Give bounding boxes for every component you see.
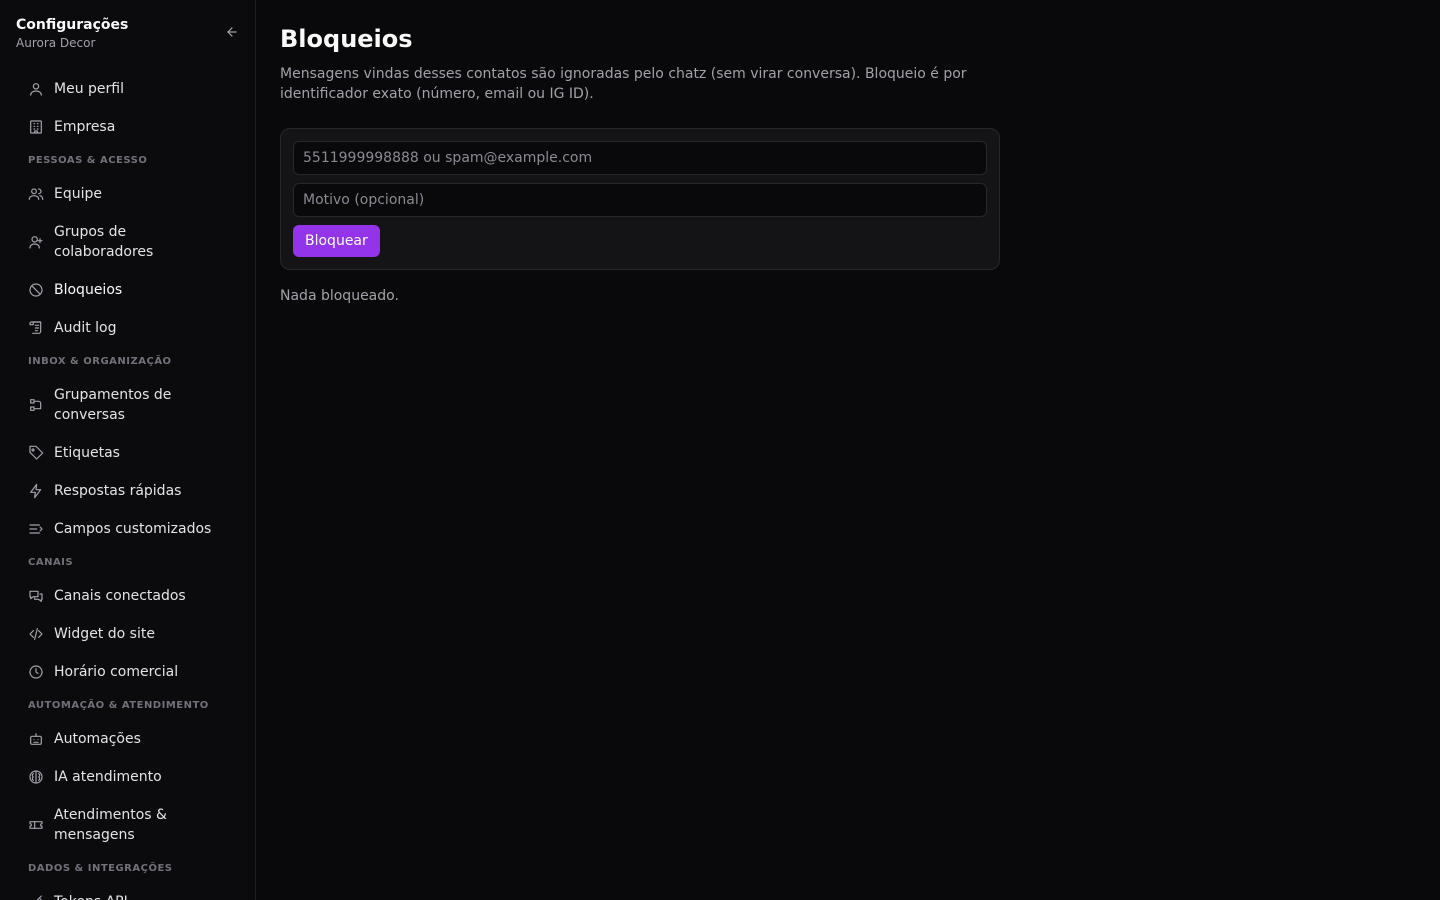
sidebar-item-label: Campos customizados bbox=[54, 521, 212, 537]
sidebar-item-label: Tokens API bbox=[54, 892, 128, 900]
sidebar-item-label: Grupos de colaboradores bbox=[54, 224, 154, 260]
user-group-icon bbox=[28, 234, 44, 250]
sidebar-item-meu-perfil[interactable]: Meu perfil bbox=[16, 70, 240, 108]
reason-input[interactable] bbox=[293, 183, 987, 217]
section-dados: DADOS & INTEGRAÇÕES bbox=[28, 863, 173, 874]
sidebar-item-tokens[interactable]: Tokens API bbox=[16, 883, 240, 900]
section-inbox-organizacao: INBOX & ORGANIZAÇÃO bbox=[28, 356, 172, 367]
empty-state-text: Nada bloqueado. bbox=[280, 288, 399, 304]
building-icon bbox=[28, 119, 44, 135]
sidebar-header: Configurações Aurora Decor bbox=[16, 16, 242, 56]
sidebar-item-widget[interactable]: Widget do site bbox=[16, 615, 240, 653]
clock-icon bbox=[28, 664, 44, 680]
sidebar-item-campos[interactable]: Campos customizados bbox=[16, 510, 240, 548]
settings-nav: Meu perfil Empresa PESSOAS & ACESSO Equipe G… bbox=[16, 70, 240, 900]
collapse-sidebar-button[interactable] bbox=[222, 22, 242, 42]
sidebar-item-label: Atendimentos & mensagens bbox=[54, 807, 167, 843]
sidebar-item-respostas[interactable]: Respostas rápidas bbox=[16, 472, 240, 510]
sidebar-item-label: Horário comercial bbox=[54, 664, 179, 680]
sidebar-item-etiquetas[interactable]: Etiquetas bbox=[16, 434, 240, 472]
sidebar-item-bloqueios[interactable]: Bloqueios bbox=[16, 271, 240, 309]
bot-icon bbox=[28, 731, 44, 747]
code-icon bbox=[28, 626, 44, 642]
sidebar-item-label: Respostas rápidas bbox=[54, 483, 182, 499]
block-form-card: Bloquear bbox=[280, 128, 1000, 270]
section-pessoas-acesso: PESSOAS & ACESSO bbox=[28, 155, 148, 166]
sidebar-item-label: Audit log bbox=[54, 320, 117, 336]
main-content: Bloqueios Mensagens vindas desses contat… bbox=[256, 0, 1440, 900]
sidebar-item-label: Grupamentos de conversas bbox=[54, 387, 172, 423]
user-icon bbox=[28, 81, 44, 97]
app-root: Configurações Aurora Decor Meu perfil Emp… bbox=[0, 0, 1440, 900]
sidebar-item-grupos[interactable]: Grupos de colaboradores bbox=[16, 213, 240, 271]
page-title: Bloqueios bbox=[280, 25, 413, 53]
section-automacao: AUTOMAÇÃO & ATENDIMENTO bbox=[28, 700, 209, 711]
sidebar-item-label: Equipe bbox=[54, 186, 102, 202]
sidebar-item-horario[interactable]: Horário comercial bbox=[16, 653, 240, 691]
sidebar-item-label: Automações bbox=[54, 731, 141, 747]
sidebar-item-automacoes[interactable]: Automações bbox=[16, 720, 240, 758]
users-icon bbox=[28, 186, 44, 202]
sidebar-item-ia[interactable]: IA atendimento bbox=[16, 758, 240, 796]
sidebar-item-label: Meu perfil bbox=[54, 81, 124, 97]
sidebar-item-label: Widget do site bbox=[54, 626, 155, 642]
ban-icon bbox=[28, 282, 44, 298]
sidebar-item-audit-log[interactable]: Audit log bbox=[16, 309, 240, 347]
brain-icon bbox=[28, 769, 44, 785]
workspace-name: Aurora Decor bbox=[16, 36, 96, 50]
sidebar-item-label: Etiquetas bbox=[54, 445, 120, 461]
identifier-input[interactable] bbox=[293, 141, 987, 175]
sidebar-item-label: Bloqueios bbox=[54, 282, 123, 298]
key-icon bbox=[28, 894, 44, 900]
page-description: Mensagens vindas desses contatos são ign… bbox=[280, 66, 967, 102]
tag-icon bbox=[28, 445, 44, 461]
sidebar-item-empresa[interactable]: Empresa bbox=[16, 108, 240, 146]
scroll-icon bbox=[28, 320, 44, 336]
sidebar-item-canais[interactable]: Canais conectados bbox=[16, 577, 240, 615]
section-canais: CANAIS bbox=[28, 557, 74, 568]
sidebar-title: Configurações bbox=[16, 17, 129, 33]
sidebar-item-label: Canais conectados bbox=[54, 588, 186, 604]
block-button[interactable]: Bloquear bbox=[293, 225, 380, 257]
sidebar-item-atendimentos[interactable]: Atendimentos & mensagens bbox=[16, 796, 240, 854]
sidebar-item-label: IA atendimento bbox=[54, 769, 162, 785]
sidebar-item-equipe[interactable]: Equipe bbox=[16, 175, 240, 213]
list-icon bbox=[28, 521, 44, 537]
git-branch-icon bbox=[28, 397, 44, 413]
arrow-left-icon bbox=[227, 27, 237, 37]
sidebar-item-grupamentos[interactable]: Grupamentos de conversas bbox=[16, 376, 240, 434]
messages-icon bbox=[28, 588, 44, 604]
ticket-icon bbox=[28, 817, 44, 833]
settings-sidebar: Configurações Aurora Decor Meu perfil Emp… bbox=[0, 0, 256, 900]
sidebar-item-label: Empresa bbox=[54, 119, 116, 135]
zap-icon bbox=[28, 483, 44, 499]
